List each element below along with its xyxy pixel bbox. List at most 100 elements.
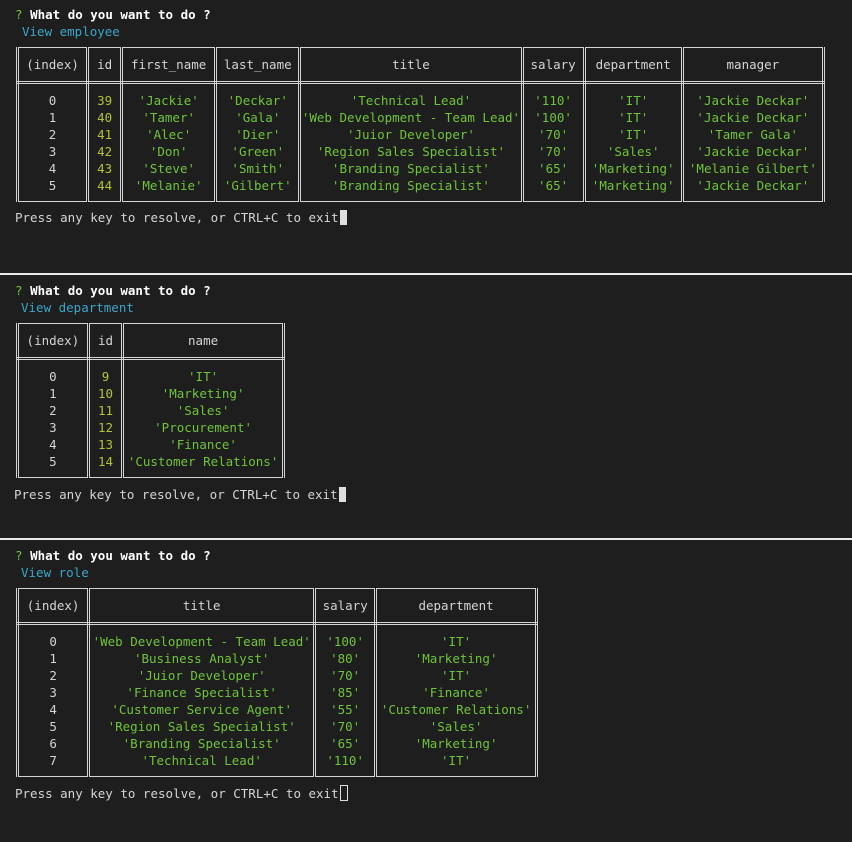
table-cell: '65': [520, 160, 586, 177]
table-cell: 'Branding Specialist': [298, 160, 524, 177]
question-mark: ?: [15, 283, 23, 298]
table-cell: 'Melanie Gilbert': [680, 160, 826, 177]
column-header: salary: [313, 588, 378, 625]
table-spacer: [520, 82, 586, 92]
table-spacer: [121, 358, 285, 368]
table-cell: '80': [313, 650, 378, 667]
column-header: first_name: [120, 47, 218, 84]
table-cell: 'Green': [214, 143, 302, 160]
press-prompt-text: Press any key to resolve, or CTRL+C to e…: [15, 210, 339, 225]
table-cell: 'Region Sales Specialist': [87, 718, 317, 735]
table-cell: 10: [86, 385, 125, 402]
table-cell: '70': [313, 718, 378, 735]
column-header: salary: [520, 47, 586, 84]
table-cell: 'Jackie Deckar': [680, 109, 826, 126]
table-cell: 2: [15, 126, 90, 143]
question-text: What do you want to do ?: [30, 283, 211, 298]
table-cell: 'Marketing': [582, 177, 684, 194]
table-cell: 'Gilbert': [214, 177, 302, 194]
table-cell: 'Web Development - Team Lead': [298, 109, 524, 126]
table-cell: 'Marketing': [374, 650, 538, 667]
table-cell: 'IT': [374, 667, 538, 684]
table-cell: 11: [86, 402, 125, 419]
table-cell: 39: [86, 92, 124, 109]
table-cell: 'Marketing': [582, 160, 684, 177]
department-table: (index) id name 0 9 'IT' 1 10 'Marketing' 2 11 'Sal…: [16, 323, 285, 478]
table-cell: 'Don': [120, 143, 218, 160]
table-cell: 5: [16, 453, 90, 470]
table-cell: 12: [86, 419, 125, 436]
table-cell: 'Business Analyst': [87, 650, 317, 667]
table-cell: 3: [15, 143, 90, 160]
column-header: title: [87, 588, 317, 625]
table-cell: '110': [313, 752, 378, 769]
selected-answer: View role: [21, 565, 89, 580]
table-spacer: [16, 358, 90, 368]
table-cell: '65': [313, 735, 378, 752]
table-cell: 0: [15, 633, 91, 650]
column-header: id: [86, 323, 125, 360]
column-header: department: [374, 588, 538, 625]
question-text: What do you want to do ?: [30, 548, 211, 563]
table-cell: 'Customer Service Agent': [87, 701, 317, 718]
table-spacer: [16, 470, 90, 478]
table-cell: 'Region Sales Specialist': [298, 143, 524, 160]
table-cell: 'IT': [374, 633, 538, 650]
table-spacer: [313, 769, 378, 777]
table-cell: 'Marketing': [374, 735, 538, 752]
table-spacer: [15, 82, 90, 92]
panel-divider: [0, 273, 852, 275]
table-cell: 4: [15, 160, 90, 177]
table-cell: 1: [16, 385, 90, 402]
table-cell: 3: [16, 419, 90, 436]
table-cell: 44: [86, 177, 124, 194]
table-cell: 'Tamer': [120, 109, 218, 126]
table-cell: 4: [16, 436, 90, 453]
table-spacer: [15, 623, 91, 633]
table-row: 5 14 'Customer Relations': [16, 453, 285, 470]
table-row: 1 10 'Marketing': [16, 385, 285, 402]
table-row: 0 'Web Development - Team Lead' '100' 'IT': [15, 633, 538, 650]
table-cell: 'Jackie Deckar': [680, 143, 826, 160]
table-cell: 'Jackie Deckar': [680, 177, 826, 194]
question-line: ? What do you want to do ?: [15, 547, 211, 564]
table-cell: 42: [86, 143, 124, 160]
table-cell: 'Technical Lead': [87, 752, 317, 769]
table-cell: '55': [313, 701, 378, 718]
table-spacer: [582, 194, 684, 202]
table-spacer: [680, 82, 826, 92]
table-cell: 43: [86, 160, 124, 177]
table-cell: 41: [86, 126, 124, 143]
table-cell: 13: [86, 436, 125, 453]
table-cell: 'Technical Lead': [298, 92, 524, 109]
column-header: last_name: [214, 47, 302, 84]
column-header: title: [298, 47, 524, 84]
table-row: 3 'Finance Specialist' '85' 'Finance': [15, 684, 538, 701]
table-cell: 2: [16, 402, 90, 419]
table-spacer: [680, 194, 826, 202]
table-row: 5 'Region Sales Specialist' '70' 'Sales': [15, 718, 538, 735]
table-cell: 'Juior Developer': [298, 126, 524, 143]
table-spacer: [313, 623, 378, 633]
table-cell: 'Web Development - Team Lead': [87, 633, 317, 650]
table-spacer: [214, 82, 302, 92]
selected-answer: View employee: [22, 24, 120, 39]
role-table: (index) title salary department 0 'Web Develo…: [15, 588, 538, 777]
table-spacer: [298, 194, 524, 202]
table-cell: '70': [520, 126, 586, 143]
table-cell: '70': [520, 143, 586, 160]
table-cell: 'Procurement': [121, 419, 285, 436]
table-cell: 'Jackie': [120, 92, 218, 109]
table-row: 2 11 'Sales': [16, 402, 285, 419]
selected-answer: View department: [21, 300, 134, 315]
table-spacer: [86, 470, 125, 478]
table-spacer: [520, 194, 586, 202]
table-cell: 'Customer Relations': [374, 701, 538, 718]
table-cell: 'Branding Specialist': [87, 735, 317, 752]
terminal-cursor: [339, 210, 347, 225]
table-spacer: [87, 769, 317, 777]
table-cell: 3: [15, 684, 91, 701]
table-cell: 0: [16, 368, 90, 385]
table-cell: 'Sales': [374, 718, 538, 735]
question-text: What do you want to do ?: [30, 7, 211, 22]
